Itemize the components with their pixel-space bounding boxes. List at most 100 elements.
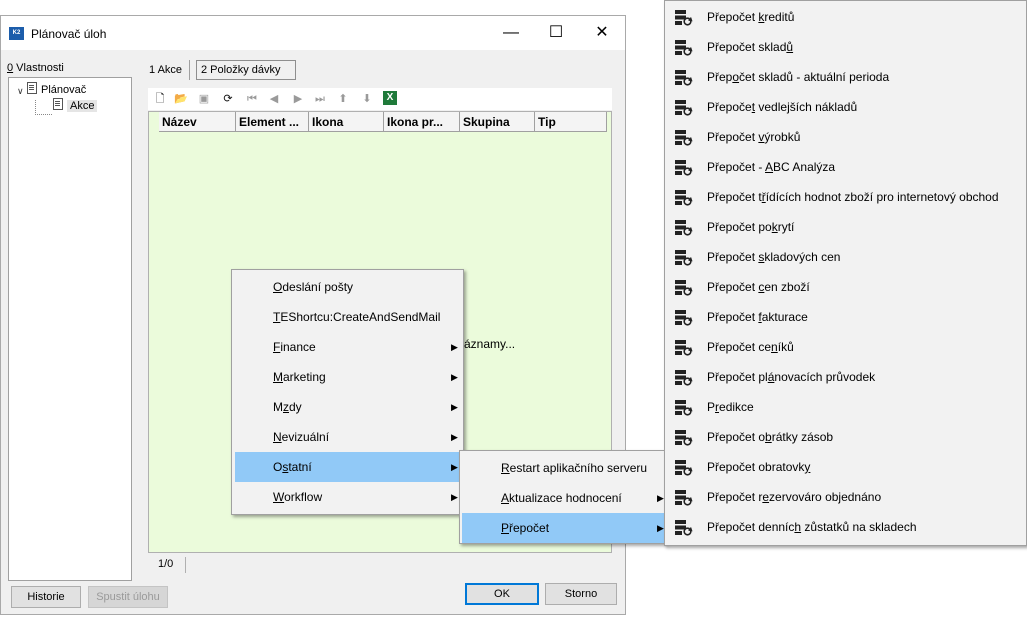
last-record-icon[interactable]: ⏭	[312, 91, 328, 107]
menu-item[interactable]: Přepočet fakturace	[667, 302, 1025, 332]
menu-item-label: Přepočet - ABC Analýza	[707, 160, 836, 174]
menu-item[interactable]: Marketing ▶	[235, 362, 460, 392]
menu-item[interactable]: Restart aplikačního serveru	[462, 453, 664, 483]
server-refresh-icon	[675, 130, 693, 146]
status-bar: 1/0	[148, 555, 612, 575]
window-title: Plánovač úloh	[31, 27, 107, 41]
menu-item[interactable]: Přepočet - ABC Analýza	[667, 152, 1025, 182]
tab-akce[interactable]: 1 Akce	[145, 60, 186, 80]
server-refresh-icon	[675, 160, 693, 176]
tree-node-planovac[interactable]: Plánovač	[27, 82, 86, 97]
open-folder-icon[interactable]: 📂	[173, 91, 189, 107]
history-button[interactable]: Historie	[11, 586, 81, 608]
submenu-arrow-icon: ▶	[657, 523, 664, 533]
menu-item-label: Přepočet vedlejších nákladů	[707, 100, 858, 114]
title-bar[interactable]: K2 Plánovač úloh — ☐ ✕	[1, 16, 625, 50]
menu-item[interactable]: Přepočet obratovky	[667, 452, 1025, 482]
menu-item[interactable]: Přepočet kreditů	[667, 2, 1025, 32]
menu-item[interactable]: Přepočet skladových cen	[667, 242, 1025, 272]
server-refresh-icon	[675, 250, 693, 266]
server-refresh-icon	[675, 490, 693, 506]
new-document-icon[interactable]: 🗋	[152, 91, 168, 107]
menu-item[interactable]: Přepočet pokrytí	[667, 212, 1025, 242]
properties-label[interactable]: 0 Vlastnosti	[7, 62, 64, 74]
column-header[interactable]: Tip	[535, 112, 607, 132]
menu-item-label: Restart aplikačního serveru	[501, 461, 648, 475]
status-divider	[185, 557, 186, 573]
menu-item-label: Marketing	[273, 370, 326, 384]
menu-item[interactable]: Ostatní ▶	[235, 452, 460, 482]
document-icon	[27, 82, 37, 94]
column-header[interactable]: Skupina	[460, 112, 535, 132]
menu-item[interactable]: TEShortcu:CreateAndSendMail	[235, 302, 460, 332]
menu-item[interactable]: Přepočet rezervováro objednáno	[667, 482, 1025, 512]
server-refresh-icon	[675, 70, 693, 86]
menu-item[interactable]: Predikce	[667, 392, 1025, 422]
chevron-down-icon[interactable]: ∨	[17, 86, 24, 97]
column-header[interactable]: Ikona pr...	[384, 112, 460, 132]
menu-item-label: Přepočet pokrytí	[707, 220, 795, 234]
menu-item[interactable]: Přepočet denních zůstatků na skladech	[667, 512, 1025, 542]
tree-node-akce[interactable]: Akce	[53, 98, 98, 113]
context-menu-main: Odeslání pošty TEShortcu:CreateAndSendMai…	[231, 269, 464, 515]
menu-item-label: Workflow	[273, 490, 323, 504]
minimize-button[interactable]: —	[488, 16, 534, 50]
box-icon[interactable]: ▣	[196, 91, 212, 107]
submenu-arrow-icon: ▶	[451, 462, 458, 472]
menu-item[interactable]: Nevizuální ▶	[235, 422, 460, 452]
refresh-icon[interactable]: ⟳	[220, 91, 236, 107]
menu-item-label: Přepočet výrobků	[707, 130, 801, 144]
menu-item[interactable]: Workflow ▶	[235, 482, 460, 512]
menu-item[interactable]: Přepočet třídících hodnot zboží pro inte…	[667, 182, 1025, 212]
menu-item[interactable]: Aktualizace hodnocení ▶	[462, 483, 664, 513]
column-header[interactable]: Element ...	[236, 112, 309, 132]
first-record-icon[interactable]: ⏮	[244, 91, 260, 107]
menu-item-label: Přepočet rezervováro objednáno	[707, 490, 882, 504]
menu-item[interactable]: Přepočet ceníků	[667, 332, 1025, 362]
menu-item[interactable]: Finance ▶	[235, 332, 460, 362]
column-header[interactable]: Ikona	[309, 112, 384, 132]
tab-polozky-davky[interactable]: 2 Položky dávky	[196, 60, 296, 80]
context-menu-ostatni: Restart aplikačního serveru Aktualizace h…	[459, 450, 666, 544]
menu-item[interactable]: Mzdy ▶	[235, 392, 460, 422]
menu-item-label: Mzdy	[273, 400, 302, 414]
previous-record-icon[interactable]: ◀	[266, 91, 282, 107]
move-up-icon[interactable]: ⬆	[335, 91, 351, 107]
close-button[interactable]: ✕	[579, 16, 625, 50]
grid-toolbar: 🗋 📂 ▣ ⟳ ⏮ ◀ ▶ ⏭ ⬆ ⬇ X	[148, 88, 612, 110]
document-icon	[53, 98, 63, 110]
server-refresh-icon	[675, 190, 693, 206]
run-task-button[interactable]: Spustit úlohu	[88, 586, 168, 608]
menu-item[interactable]: Přepočet skladů	[667, 32, 1025, 62]
server-refresh-icon	[675, 220, 693, 236]
submenu-arrow-icon: ▶	[451, 402, 458, 412]
server-refresh-icon	[675, 310, 693, 326]
cancel-button[interactable]: Storno	[545, 583, 617, 605]
menu-item[interactable]: Přepočet vedlejších nákladů	[667, 92, 1025, 122]
menu-item-label: Aktualizace hodnocení	[501, 491, 622, 505]
maximize-button[interactable]: ☐	[533, 16, 579, 50]
menu-item-label: Přepočet cen zboží	[707, 280, 810, 294]
server-refresh-icon	[675, 460, 693, 476]
ok-button[interactable]: OK	[465, 583, 539, 605]
server-refresh-icon	[675, 520, 693, 536]
menu-item[interactable]: Přepočet skladů - aktuální perioda	[667, 62, 1025, 92]
submenu-arrow-icon: ▶	[657, 493, 664, 503]
column-header[interactable]: Název	[159, 112, 236, 132]
server-refresh-icon	[675, 400, 693, 416]
menu-item[interactable]: Odeslání pošty	[235, 272, 460, 302]
menu-item[interactable]: Přepočet plánovacích průvodek	[667, 362, 1025, 392]
move-down-icon[interactable]: ⬇	[359, 91, 375, 107]
menu-item[interactable]: Přepočet ▶	[462, 513, 664, 543]
menu-item-label: Predikce	[707, 400, 754, 414]
menu-item-label: Ostatní	[273, 460, 312, 474]
menu-item-label: Přepočet ceníků	[707, 340, 794, 354]
menu-item[interactable]: Přepočet obrátky zásob	[667, 422, 1025, 452]
submenu-arrow-icon: ▶	[451, 372, 458, 382]
excel-export-icon[interactable]: X	[383, 91, 397, 105]
menu-item[interactable]: Přepočet cen zboží	[667, 272, 1025, 302]
app-icon: K2	[9, 27, 24, 40]
menu-item[interactable]: Přepočet výrobků	[667, 122, 1025, 152]
next-record-icon[interactable]: ▶	[290, 91, 306, 107]
tree-view[interactable]: ∨ Plánovač Akce	[8, 77, 132, 581]
